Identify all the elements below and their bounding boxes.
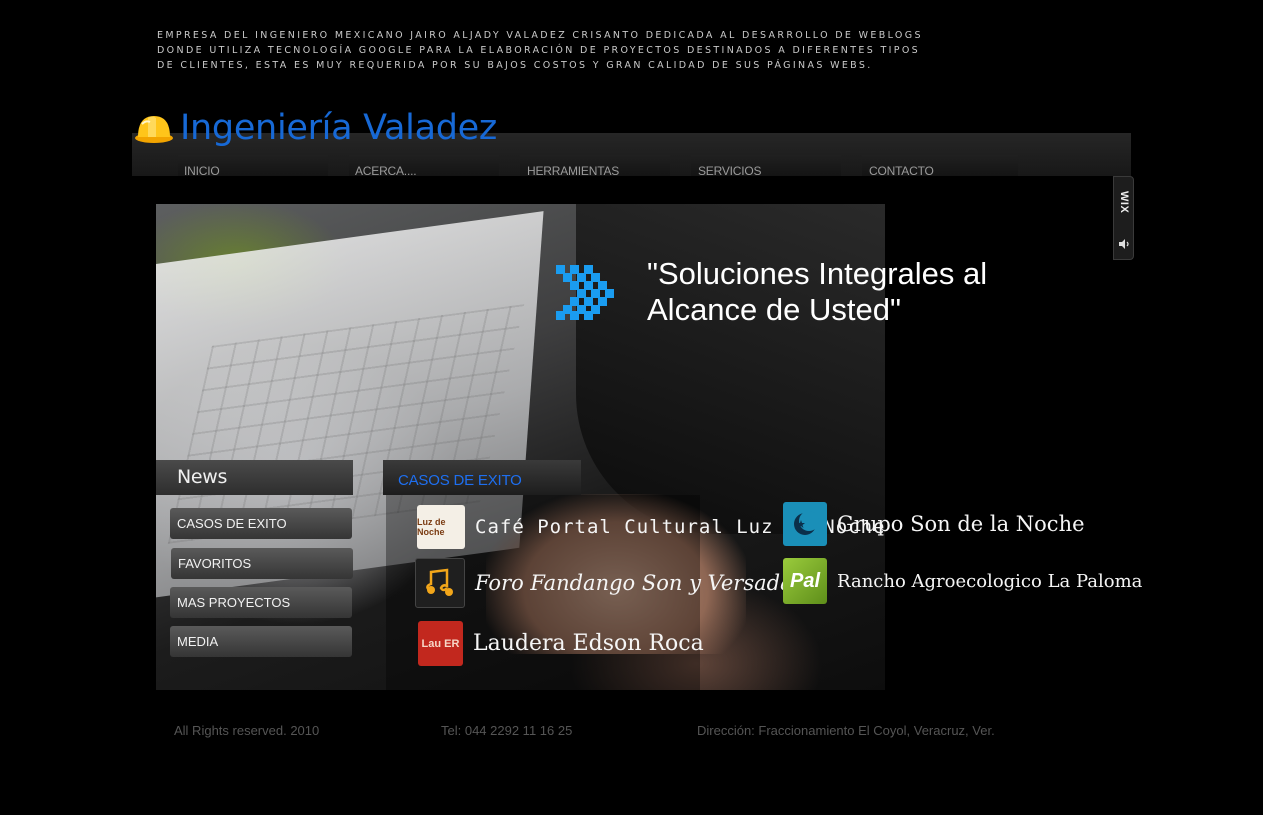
casos-de-exito-button[interactable]: CASOS DE EXITO (170, 508, 352, 539)
slogan-line: "Soluciones Integrales al (647, 256, 988, 291)
footer-rights: All Rights reserved. 2010 (174, 723, 320, 738)
case-foro-fandango[interactable]: Foro Fandango Son y Versada (415, 558, 793, 608)
footer-phone: Tel: 044 2292 11 16 25 (441, 723, 573, 738)
cafe-logo-icon: Luz de Noche (417, 505, 465, 549)
site-description: EMPRESA DEL INGENIERO MEXICANO JAIRO ALJ… (157, 28, 923, 73)
favoritos-button[interactable]: FAVORITOS (171, 548, 353, 579)
wix-badge[interactable]: WIX (1113, 176, 1134, 260)
moon-star-icon (783, 502, 827, 546)
laudera-logo-icon: Lau ER (418, 621, 463, 666)
button-label: MEDIA (177, 634, 219, 649)
news-title: News (177, 466, 228, 488)
case-name: Grupo Son de la Noche (837, 512, 1085, 536)
case-rancho-la-paloma[interactable]: Pal Rancho Agroecologico La Paloma (783, 558, 1142, 604)
nav-item-contacto[interactable]: CONTACTO (869, 164, 934, 178)
rancho-logo-icon: Pal (783, 558, 827, 604)
logo-text: Ingeniería Valadez (180, 108, 497, 148)
nav-item-acerca[interactable]: ACERCA.... (355, 164, 417, 178)
button-label: FAVORITOS (178, 556, 252, 571)
button-label: CASOS DE EXITO (177, 516, 287, 531)
slogan: "Soluciones Integrales al Alcance de Ust… (647, 256, 987, 328)
hard-hat-icon (135, 116, 173, 143)
media-button[interactable]: MEDIA (170, 626, 352, 657)
music-notes-icon (415, 558, 465, 608)
nav-item-herramientas[interactable]: HERRAMIENTAS (527, 164, 619, 178)
casos-title: CASOS DE EXITO (398, 472, 522, 489)
case-laudera-edson-roca[interactable]: Lau ER Laudera Edson Roca (418, 621, 704, 666)
site-description-line: DONDE UTILIZA TECNOLOGÍA GOOGLE PARA LA … (157, 45, 921, 56)
slogan-line: Alcance de Usted" (647, 292, 901, 327)
site-description-line: DE CLIENTES, ESTA ES MUY REQUERIDA POR S… (157, 60, 873, 71)
news-header: News (156, 460, 353, 495)
case-name: Laudera Edson Roca (473, 631, 704, 656)
case-name: Rancho Agroecologico La Paloma (837, 570, 1143, 592)
button-label: MAS PROYECTOS (177, 595, 291, 610)
site-description-line: EMPRESA DEL INGENIERO MEXICANO JAIRO ALJ… (157, 30, 923, 41)
wix-badge-label: WIX (1118, 191, 1130, 214)
case-grupo-son-de-la-noche[interactable]: Grupo Son de la Noche (783, 502, 1085, 546)
case-name: Foro Fandango Son y Versada (475, 571, 793, 595)
thumb-label: Pal (789, 569, 821, 592)
nav-item-inicio[interactable]: INICIO (184, 164, 220, 178)
pixel-arrow-icon (556, 265, 614, 320)
thumb-label: Luz de Noche (417, 517, 446, 537)
thumb-label: Lau ER (421, 637, 460, 650)
speaker-icon (1119, 239, 1129, 249)
suit-sleeve-shape (576, 204, 885, 534)
nav-item-servicios[interactable]: SERVICIOS (698, 164, 762, 178)
casos-header: CASOS DE EXITO (383, 460, 581, 495)
mas-proyectos-button[interactable]: MAS PROYECTOS (170, 587, 352, 618)
site-logo[interactable]: Ingeniería Valadez (134, 104, 497, 152)
footer-address: Dirección: Fraccionamiento El Coyol, Ver… (697, 723, 995, 738)
